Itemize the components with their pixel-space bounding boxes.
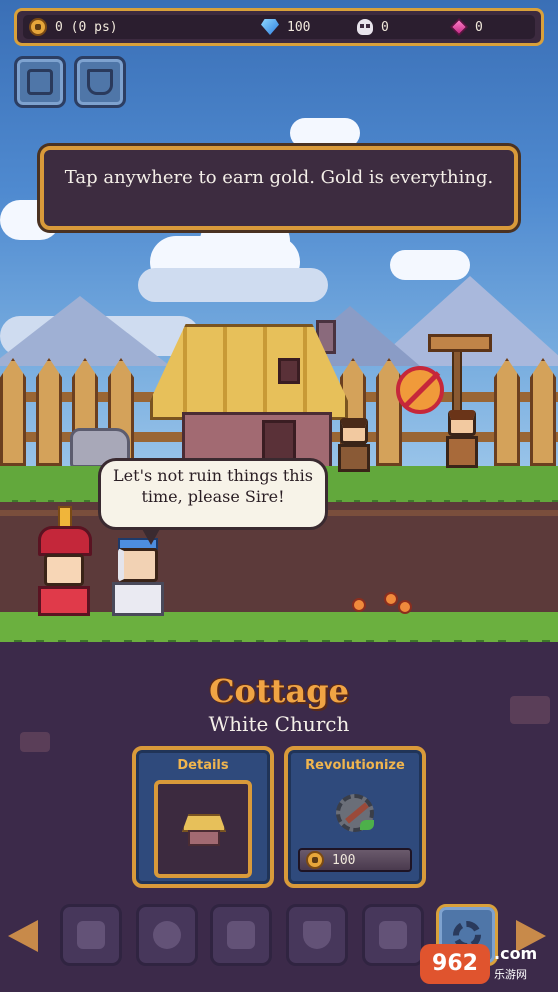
details-card[interactable]: Details (132, 746, 274, 888)
villager-character (440, 410, 484, 476)
coin-icon (29, 18, 47, 36)
leaf-icon (360, 820, 374, 830)
cottage-roof (150, 324, 348, 420)
prohibited-sign-icon (396, 366, 444, 414)
prev-arrow-icon[interactable] (8, 920, 38, 952)
nav-paw[interactable] (210, 904, 272, 966)
fence-post (530, 358, 556, 466)
map-icon (27, 69, 53, 95)
watermark-title: .com (494, 944, 538, 963)
map-button[interactable] (14, 56, 66, 108)
watermark-subtitle: 乐游网 (494, 968, 527, 981)
trophy-book-icon (87, 69, 113, 95)
flower (398, 600, 412, 614)
gold-value: 0 (0 ps) (55, 19, 118, 35)
skull-counter: 0 (357, 17, 389, 37)
paw-icon (227, 921, 255, 949)
watermark: 962 .com 乐游网 (420, 940, 554, 988)
resource-bar: 0 (0 ps) 100 0 0 (14, 8, 544, 46)
fence-post (36, 358, 62, 466)
nav-compass[interactable] (136, 904, 198, 966)
nav-cat[interactable] (362, 904, 424, 966)
revolutionize-card[interactable]: Revolutionize 100 (284, 746, 426, 888)
house-window (278, 358, 300, 384)
skull-icon (357, 19, 373, 35)
trophy-icon (77, 921, 105, 949)
cost-value: 100 (332, 852, 356, 868)
fence-post (494, 358, 520, 466)
grass-floor (0, 612, 558, 650)
cottage-icon (182, 814, 226, 848)
diamond-icon (261, 19, 279, 35)
watermark-logo: 962 (420, 944, 490, 984)
villager-character (334, 418, 374, 478)
building-name: Cottage (209, 672, 349, 710)
tutorial-message: Tap anywhere to earn gold. Gold is every… (40, 146, 518, 230)
king-character[interactable] (34, 506, 98, 616)
fence-post (376, 358, 402, 466)
ruby-counter: 0 (449, 17, 483, 37)
cat-icon (379, 921, 407, 949)
nav-shield[interactable] (286, 904, 348, 966)
coin-icon (306, 851, 324, 869)
speech-bubble: Let's not ruin things this time, please … (98, 458, 328, 545)
flower (384, 592, 398, 606)
tutorial-text: Tap anywhere to earn gold. Gold is every… (64, 167, 494, 188)
revolutionize-label: Revolutionize (305, 758, 405, 773)
speech-text: Let's not ruin things this time, please … (113, 466, 313, 506)
achievements-button[interactable] (74, 56, 126, 108)
shield-icon (303, 921, 331, 949)
details-label: Details (177, 758, 229, 773)
gold-counter: 0 (0 ps) (29, 17, 118, 37)
gem-counter: 100 (261, 17, 310, 37)
building-subtitle: White Church (208, 712, 350, 736)
pink-gem-icon (449, 17, 469, 37)
flower (352, 598, 366, 612)
revolutionize-cost: 100 (298, 848, 412, 872)
sign-board (428, 334, 492, 352)
gem-value: 100 (287, 19, 311, 35)
compass-icon (153, 921, 181, 949)
nav-trophy[interactable] (60, 904, 122, 966)
game-scene[interactable]: Let's not ruin things this time, please … (0, 0, 558, 992)
building-preview (154, 780, 252, 878)
mountain (0, 296, 170, 366)
cloud (290, 118, 360, 148)
fence-post (0, 358, 26, 466)
skull-value: 0 (381, 19, 389, 35)
advisor-character (110, 538, 170, 618)
ruby-value: 0 (475, 19, 483, 35)
